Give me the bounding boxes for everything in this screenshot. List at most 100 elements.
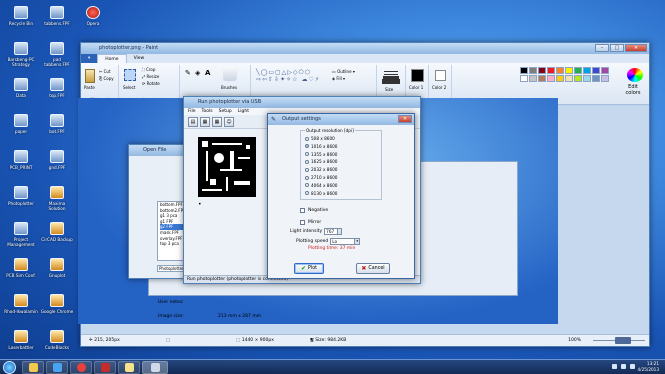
select-button[interactable]: Select xyxy=(123,85,135,90)
tab-home[interactable]: Home xyxy=(97,54,127,63)
cut-button[interactable]: ✂ Cut xyxy=(99,69,111,74)
resolution-option[interactable]: 1016 x 8600 xyxy=(305,144,337,149)
resolution-option[interactable]: 8130 x 8600 xyxy=(305,191,337,196)
mirror-checkbox[interactable]: Mirror xyxy=(300,220,321,225)
taskbar-paint-2[interactable] xyxy=(118,361,140,374)
palette-swatch-15[interactable] xyxy=(565,75,573,82)
color1-swatch[interactable] xyxy=(411,69,424,82)
zoom-slider[interactable] xyxy=(589,335,649,346)
palette-swatch-13[interactable] xyxy=(547,75,555,82)
crop-button[interactable]: ⛶ Crop xyxy=(142,67,155,72)
desktop-icon-col2-1[interactable]: pad tabbens.FPF xyxy=(40,42,74,67)
taskbar-pdf[interactable] xyxy=(94,361,116,374)
paint-titlebar[interactable]: photoplotter.png - Paint – □ ✕ xyxy=(81,43,649,54)
negative-checkbox[interactable]: Negative xyxy=(300,208,328,213)
color2-swatch[interactable] xyxy=(435,70,446,81)
desktop-icon-col3-0[interactable]: Opera xyxy=(76,6,110,26)
palette-swatch-17[interactable] xyxy=(583,75,591,82)
resolution-radio[interactable] xyxy=(305,183,309,188)
tab-file[interactable]: ▾ xyxy=(81,54,98,63)
edit-colors-icon[interactable] xyxy=(627,68,643,82)
desktop-icon-col2-2[interactable]: top.FPF xyxy=(40,78,74,98)
desktop-icon-col2-4[interactable]: gnd.FPF xyxy=(40,150,74,170)
desktop-icon-col1-6[interactable]: Project Management xyxy=(4,222,38,247)
desktop-icon-col2-8[interactable]: Google Chrome xyxy=(40,294,74,314)
plotting-speed-select[interactable]: Lo ▾ xyxy=(330,238,361,245)
menu-setup[interactable]: Setup xyxy=(219,108,232,115)
resolution-radio[interactable] xyxy=(305,175,309,180)
palette-swatch-2[interactable] xyxy=(538,67,546,74)
palette-swatch-18[interactable] xyxy=(592,75,600,82)
taskbar-photoplotter[interactable] xyxy=(142,361,168,374)
palette-swatch-9[interactable] xyxy=(601,67,609,74)
resolution-option[interactable]: 508 x 8600 xyxy=(305,136,335,141)
text-icon[interactable]: A xyxy=(205,69,210,77)
desktop-icon-col2-7[interactable]: Gnuplot xyxy=(40,258,74,278)
desktop-icon-col2-6[interactable]: CirCAD Backup xyxy=(40,222,74,242)
resolution-radio[interactable] xyxy=(305,159,309,164)
light-intensity-spinner[interactable]: 767 xyxy=(324,228,343,235)
negative-checkbox-box[interactable] xyxy=(300,208,305,213)
palette-swatch-4[interactable] xyxy=(556,67,564,74)
shapes-gallery[interactable]: ╲◯▭▢△▷◇⬠⬡ ⇨⇦⇧⇩✦✧☆ ☁♡⚡ xyxy=(256,69,326,89)
palette-swatch-7[interactable] xyxy=(583,67,591,74)
palette-swatch-6[interactable] xyxy=(574,67,582,74)
palette-swatch-19[interactable] xyxy=(601,75,609,82)
desktop-icon-col1-4[interactable]: PCB_PRINT xyxy=(4,150,38,170)
tab-view[interactable]: View xyxy=(127,54,152,63)
desktop-icon-col1-5[interactable]: Photoplotter xyxy=(4,186,38,206)
desktop-icon-col1-8[interactable]: Rhod-Ikwalamin xyxy=(4,294,38,314)
desktop-icon-col2-5[interactable]: Maxima Solution xyxy=(40,186,74,211)
taskbar-explorer[interactable] xyxy=(22,361,44,374)
output-settings-dialog[interactable]: ✎ Output settings ✕ Output resolution [d… xyxy=(267,113,415,279)
resolution-option[interactable]: 4064 x 8600 xyxy=(305,183,337,188)
menu-file[interactable]: File xyxy=(188,108,196,115)
paste-button[interactable]: Paste xyxy=(84,85,95,90)
plot-button[interactable]: ✔ Plot xyxy=(294,263,324,274)
fill-button[interactable]: ◈ Fill ▾ xyxy=(332,76,345,81)
chevron-down-icon[interactable]: ▾ xyxy=(354,239,360,244)
flag-icon[interactable] xyxy=(630,364,635,369)
zoom-thumb[interactable] xyxy=(615,337,631,344)
network-icon[interactable] xyxy=(612,364,617,369)
resolution-option[interactable]: 2710 x 8600 xyxy=(305,175,337,180)
palette-swatch-16[interactable] xyxy=(574,75,582,82)
brushes-button[interactable]: Brushes xyxy=(221,85,237,90)
palette-swatch-12[interactable] xyxy=(538,75,546,82)
desktop-icon-col2-0[interactable]: tabbens.FPF xyxy=(40,6,74,26)
palette-swatch-10[interactable] xyxy=(520,75,528,82)
taskbar-chrome[interactable] xyxy=(70,361,92,374)
palette-swatch-14[interactable] xyxy=(556,75,564,82)
close-button[interactable]: ✕ xyxy=(625,44,647,52)
grid-icon[interactable]: ▦ xyxy=(200,117,210,127)
desktop-icon-col1-9[interactable]: Laserbattler xyxy=(4,330,38,350)
select-icon[interactable] xyxy=(124,69,136,81)
edit-colors-button[interactable]: Edit colors xyxy=(621,84,645,96)
resolution-radio[interactable] xyxy=(305,191,309,196)
taskbar-paint[interactable] xyxy=(46,361,68,374)
open-icon[interactable]: ▤ xyxy=(188,117,198,127)
resolution-option[interactable]: 1355 x 8600 xyxy=(305,152,337,157)
rotate-button[interactable]: ⟳ Rotate xyxy=(142,81,160,86)
fill-icon[interactable]: ◈ xyxy=(195,69,200,77)
volume-icon[interactable] xyxy=(621,364,626,369)
pencil-icon[interactable]: ✎ xyxy=(185,69,191,77)
palette-swatch-1[interactable] xyxy=(529,67,537,74)
resolution-radio[interactable] xyxy=(305,152,309,157)
brushes-icon[interactable] xyxy=(223,67,237,81)
paste-icon[interactable] xyxy=(85,69,95,83)
desktop-icon-col2-9[interactable]: CodeBlocks xyxy=(40,330,74,350)
palette-swatch-3[interactable] xyxy=(547,67,555,74)
output-settings-titlebar[interactable]: ✎ Output settings ✕ xyxy=(268,114,414,125)
menu-tools[interactable]: Tools xyxy=(202,108,213,115)
spinner-arrows[interactable] xyxy=(337,229,342,234)
resolution-radio[interactable] xyxy=(305,144,309,149)
clock[interactable]: 13:21 4/25/2013 xyxy=(638,361,659,373)
resolution-radio[interactable] xyxy=(305,167,309,172)
output-settings-close-button[interactable]: ✕ xyxy=(398,115,412,123)
palette-swatch-11[interactable] xyxy=(529,75,537,82)
copy-button[interactable]: ⎘ Copy xyxy=(99,76,114,81)
resolution-option[interactable]: 1625 x 8600 xyxy=(305,159,337,164)
desktop-icon-col1-3[interactable]: paper xyxy=(4,114,38,134)
size-icon[interactable] xyxy=(384,71,398,72)
